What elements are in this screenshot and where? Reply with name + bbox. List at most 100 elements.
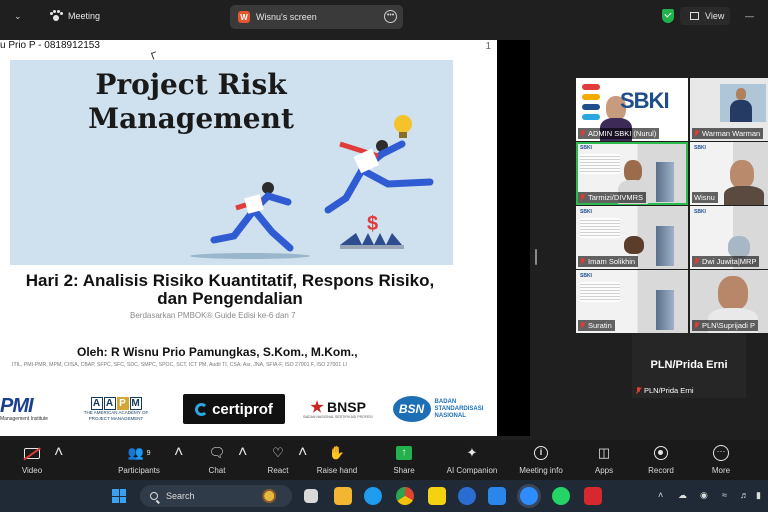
- shared-screen-label: Wisnu's screen: [256, 12, 317, 22]
- participant-tile[interactable]: SBKI Tarmizi/DIVMRS: [576, 142, 688, 205]
- meeting-info-button[interactable]: i Meeting info: [514, 440, 568, 480]
- sbki-logo-text: SBKI: [620, 88, 670, 113]
- zoom-icon[interactable]: [520, 487, 538, 505]
- network-icon[interactable]: ◉: [700, 490, 708, 501]
- view-label: View: [705, 11, 725, 21]
- meeting-top-bar: ⌄ Meeting W Wisnu's screen ••• View —: [0, 0, 768, 34]
- chevron-up-icon[interactable]: ˄: [238, 440, 247, 480]
- participant-video: [718, 276, 748, 310]
- chevron-up-icon[interactable]: ˄: [54, 440, 63, 480]
- participant-tile[interactable]: PLN\Suprijadi P: [690, 270, 768, 333]
- video-button[interactable]: Video: [18, 440, 46, 480]
- participant-video: [656, 226, 674, 266]
- volume-icon[interactable]: ♬: [740, 490, 749, 500]
- bnsp-star-icon: [310, 400, 324, 413]
- record-label: Record: [648, 466, 674, 475]
- copilot-icon[interactable]: [458, 487, 476, 505]
- bsn-caption: NASIONAL: [434, 412, 466, 419]
- raise-hand-label: Raise hand: [316, 466, 358, 475]
- sticky-notes-icon[interactable]: [428, 487, 446, 505]
- slide-subtitle-line-2: dan Pengendalian: [157, 289, 303, 308]
- apps-button[interactable]: ◫ Apps: [592, 440, 616, 480]
- featured-participant-tile[interactable]: PLN/Prida Erni PLN/Prida Erni: [632, 333, 746, 398]
- slide-letterbox: [497, 40, 530, 436]
- edge-icon[interactable]: [364, 487, 382, 505]
- zoom-paw-icon: [50, 10, 63, 22]
- wifi-icon[interactable]: ≈: [722, 490, 727, 500]
- search-highlight-icon: [258, 488, 286, 504]
- participant-name-tag: Warman Warman: [692, 128, 764, 139]
- participant-video: [728, 236, 750, 258]
- view-icon: [690, 12, 699, 20]
- participant-name-tag: Tarmizi/DIVMRS: [578, 192, 647, 203]
- chevron-up-icon[interactable]: ˄: [298, 440, 307, 480]
- pmi-logo-mark: PMI: [0, 395, 34, 417]
- participant-tile[interactable]: SBKI Dwi Juwita|MRP: [690, 206, 768, 269]
- participants-icon: 👥: [127, 445, 144, 460]
- taskbar-search-label: Search: [166, 491, 195, 501]
- sbki-logo-icon: [582, 82, 600, 122]
- wps-office-icon[interactable]: [584, 487, 602, 505]
- more-label: More: [711, 466, 731, 475]
- chrome-icon[interactable]: [396, 487, 414, 505]
- task-view-icon[interactable]: [304, 489, 318, 503]
- sbki-logo-text: SBKI: [580, 145, 592, 151]
- chevron-down-icon[interactable]: ⌄: [14, 11, 22, 22]
- mic-off-icon: [636, 386, 642, 395]
- chasing-runner-figure: [210, 182, 294, 252]
- participant-name: Warman Warman: [702, 129, 761, 138]
- slide-subtitle-line-1: Hari 2: Analisis Risiko Kuantitatif, Res…: [25, 271, 435, 290]
- more-horizontal-icon: ···: [713, 445, 729, 461]
- raise-hand-icon: ✋: [328, 445, 346, 460]
- participant-video: [580, 282, 620, 302]
- bnsp-logo: BNSP BADAN NASIONAL SERTIFIKASI PROFESI: [302, 391, 374, 427]
- slide-certifications: ITIL, PMI-PMR, MPM, CIISA, CBAP, SFPC, S…: [12, 362, 347, 368]
- lightbulb-icon: [394, 115, 412, 138]
- file-explorer-icon[interactable]: [334, 487, 352, 505]
- chat-button[interactable]: 🗨 Chat: [204, 440, 230, 480]
- participant-tile[interactable]: Warman Warman: [690, 78, 768, 141]
- participants-button[interactable]: 👥 9 Participants: [114, 440, 164, 480]
- cloud-icon[interactable]: ☁: [678, 490, 687, 501]
- participant-tile[interactable]: SBKI Suratin: [576, 270, 688, 333]
- view-button[interactable]: View: [680, 7, 730, 25]
- participant-video: [580, 154, 620, 174]
- search-icon: [150, 492, 158, 500]
- mic-off-icon: [580, 321, 586, 330]
- participant-name-tag: Imam Solikhin: [578, 256, 639, 267]
- whatsapp-icon[interactable]: [552, 487, 570, 505]
- chevron-up-icon[interactable]: ˄: [658, 490, 663, 500]
- ai-companion-button[interactable]: ✦ AI Companion: [442, 440, 502, 480]
- taskbar-search[interactable]: Search: [140, 485, 292, 507]
- meeting-menu[interactable]: Meeting: [50, 10, 100, 22]
- share-label: Share: [393, 466, 415, 475]
- participant-video: [730, 100, 752, 122]
- presenter-badge-icon: W: [238, 11, 250, 23]
- aapm-logo: A A P M THE AMERICAN ACADEMY OF PROJECT …: [76, 391, 156, 427]
- more-icon[interactable]: •••: [384, 10, 397, 23]
- participant-name: PLN\Suprijadi P: [702, 321, 755, 330]
- minimize-icon[interactable]: —: [745, 11, 754, 21]
- chevron-up-icon[interactable]: ˄: [174, 440, 183, 480]
- presenter-contact: u Prio P - 0818912153: [0, 40, 100, 51]
- shield-check-icon[interactable]: [662, 9, 674, 23]
- panel-resize-handle[interactable]: [535, 249, 537, 265]
- meeting-info-label: Meeting info: [519, 466, 563, 475]
- react-button[interactable]: ♡ React: [264, 440, 292, 480]
- raise-hand-button[interactable]: ✋ Raise hand: [314, 440, 360, 480]
- leaping-runner-figure: [324, 140, 434, 214]
- windows-icon[interactable]: [112, 489, 126, 503]
- participant-tile[interactable]: SBKI Imam Solikhin: [576, 206, 688, 269]
- more-button[interactable]: ··· More: [708, 440, 734, 480]
- todo-icon[interactable]: [488, 487, 506, 505]
- meeting-label: Meeting: [68, 11, 101, 21]
- shared-screen-tab[interactable]: W Wisnu's screen •••: [230, 5, 403, 29]
- participant-tile[interactable]: SBKI ADMIN SBKI (Nurul): [576, 78, 688, 141]
- aapm-letter: M: [129, 396, 142, 410]
- shared-slide: u Prio P - 0818912153 1 Project Risk Man…: [0, 40, 497, 436]
- share-button[interactable]: ↑ Share: [390, 440, 418, 480]
- participant-video: [624, 236, 644, 254]
- battery-icon[interactable]: ▮: [756, 490, 761, 501]
- participant-tile[interactable]: SBKI Wisnu: [690, 142, 768, 205]
- record-button[interactable]: Record: [646, 440, 676, 480]
